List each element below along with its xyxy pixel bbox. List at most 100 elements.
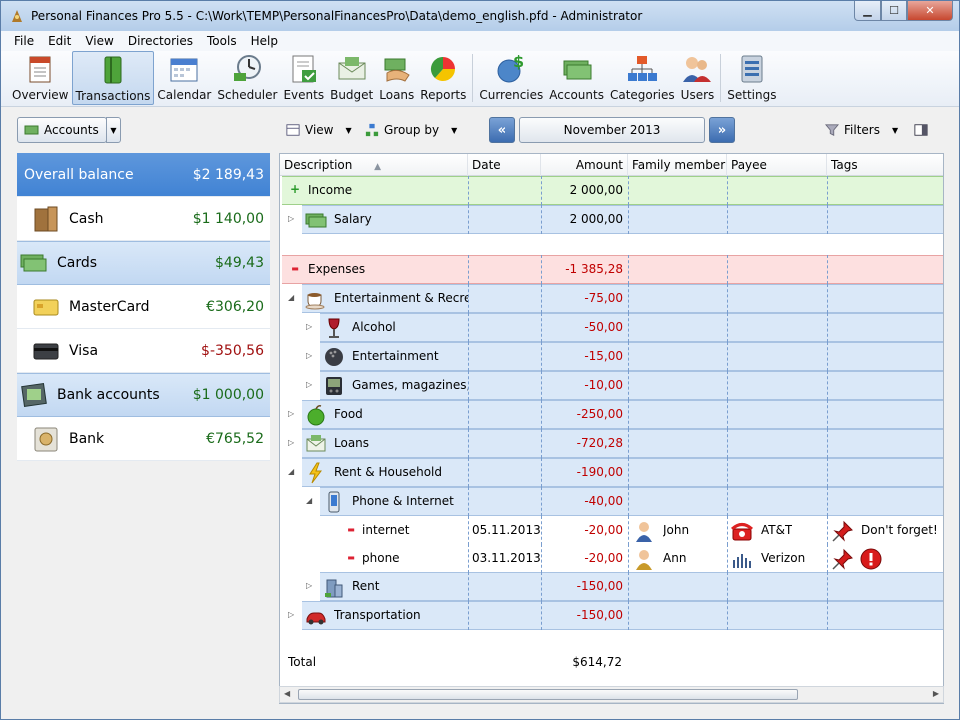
horizontal-scrollbar[interactable]: ◀ ▶: [279, 686, 944, 703]
column-header-tags[interactable]: Tags: [827, 154, 943, 176]
events-button[interactable]: Events: [280, 51, 327, 105]
expand-icon[interactable]: ▷: [288, 429, 294, 457]
panel-toggle-button[interactable]: [913, 121, 929, 139]
loans-button[interactable]: Loans: [376, 51, 417, 105]
settings-button[interactable]: Settings: [724, 51, 779, 105]
category-row[interactable]: ▷ Transportation -150,00: [280, 601, 943, 630]
sub-toolbar: Accounts ▼ View ▼ Group by ▼ Filters ▼: [1, 109, 959, 151]
row-amount: -50,00: [584, 320, 623, 334]
category-row[interactable]: ▷ Rent -150,00: [280, 572, 943, 601]
collapse-icon[interactable]: ◢: [288, 284, 294, 312]
transaction-row[interactable]: ▬ internet 05.11.2013 -20,00 John AT&T Don't f…: [280, 516, 943, 545]
expand-icon[interactable]: ▷: [306, 313, 312, 341]
account-cash[interactable]: Cash $1 140,00: [17, 197, 270, 241]
column-separator: [827, 284, 828, 313]
account-bank[interactable]: Bank €765,52: [17, 417, 270, 461]
view-menu-button[interactable]: View ▼: [285, 121, 352, 139]
accounts-toggle-label: Accounts: [44, 123, 99, 137]
column-separator: [468, 400, 469, 429]
safe-icon: [34, 427, 58, 451]
row-description: Rent: [352, 579, 380, 593]
expand-icon[interactable]: ▷: [288, 601, 294, 629]
categories-label: Categories: [609, 88, 675, 102]
close-button[interactable]: ✕: [907, 1, 953, 21]
budget-button[interactable]: Budget: [327, 51, 376, 105]
column-header-payee[interactable]: Payee: [727, 154, 827, 176]
collapse-icon[interactable]: ◢: [288, 458, 294, 486]
scrollbar-thumb[interactable]: [298, 689, 798, 700]
category-row[interactable]: ◢ Rent & Household -190,00: [280, 458, 943, 487]
column-header-date[interactable]: Date: [468, 154, 541, 176]
account-mastercard[interactable]: MasterCard €306,20: [17, 285, 270, 329]
column-header-amount[interactable]: Amount: [541, 154, 628, 176]
overview-button[interactable]: Overview: [9, 51, 72, 105]
filter-icon: [825, 124, 839, 136]
menu-view[interactable]: View: [78, 34, 120, 48]
menu-tools[interactable]: Tools: [200, 34, 244, 48]
menu-help[interactable]: Help: [244, 34, 285, 48]
accounts-dropdown-button[interactable]: ▼: [106, 117, 121, 143]
category-row[interactable]: ▷ Loans -720,28: [280, 429, 943, 458]
menu-edit[interactable]: Edit: [41, 34, 78, 48]
category-row[interactable]: ◢ Entertainment & Recre -75,00: [280, 284, 943, 313]
expand-icon[interactable]: ▷: [306, 572, 312, 600]
category-row[interactable]: ▷ Entertainment -15,00: [280, 342, 943, 371]
column-separator: [628, 516, 629, 545]
category-row[interactable]: ◢ Phone & Internet -40,00: [280, 487, 943, 516]
account-overall-balance[interactable]: Overall balance $2 189,43: [17, 153, 270, 197]
minimize-button[interactable]: ▁: [854, 1, 881, 21]
group-row[interactable]: + Income 2 000,00: [280, 176, 943, 205]
previous-month-button[interactable]: «: [489, 117, 515, 143]
expand-icon[interactable]: ▷: [306, 371, 312, 399]
account-group-bank-accounts[interactable]: Bank accounts $1 000,00: [17, 373, 270, 417]
reports-icon: [431, 56, 456, 82]
column-header-description[interactable]: Description ▲: [280, 154, 468, 176]
group-row[interactable]: ▬ Expenses -1 385,28: [280, 255, 943, 284]
transactions-grid: Description ▲ Date Amount Family member …: [279, 153, 944, 704]
accounts-toggle-button[interactable]: Accounts: [17, 117, 107, 143]
account-name: Cash: [69, 210, 104, 227]
currencies-button[interactable]: $ Currencies: [476, 51, 546, 105]
row-amount: -10,00: [584, 378, 623, 392]
account-name: Bank: [69, 430, 105, 447]
transaction-row[interactable]: ▬ phone 03.11.2013 -20,00 Ann Verizon: [280, 544, 943, 573]
expand-icon[interactable]: ▷: [306, 342, 312, 370]
current-month[interactable]: November 2013: [519, 117, 705, 143]
overview-icon: [29, 56, 51, 83]
account-visa[interactable]: Visa $-350,56: [17, 329, 270, 373]
loans-icon: [384, 58, 410, 82]
collapse-icon[interactable]: ◢: [306, 487, 312, 515]
reports-button[interactable]: Reports: [417, 51, 469, 105]
menu-directories[interactable]: Directories: [121, 34, 200, 48]
accounts-toolbar-button[interactable]: Accounts: [546, 51, 607, 105]
chevron-down-icon: ▼: [345, 125, 352, 135]
category-row[interactable]: ▷ Salary 2 000,00: [280, 205, 943, 234]
column-header-family-member[interactable]: Family member: [628, 154, 727, 176]
transactions-button[interactable]: Transactions: [71, 51, 155, 105]
accounts-small-icon: [24, 125, 39, 135]
column-separator: [727, 176, 728, 205]
group-by-button[interactable]: Group by ▼: [364, 121, 457, 139]
filters-button[interactable]: Filters ▼: [825, 121, 898, 139]
category-row[interactable]: ▷ Food -250,00: [280, 400, 943, 429]
row-amount: -250,00: [576, 407, 623, 421]
category-row[interactable]: ▷ Alcohol -50,00: [280, 313, 943, 342]
account-group-cards[interactable]: Cards $49,43: [17, 241, 270, 285]
users-button[interactable]: Users: [678, 51, 718, 105]
column-separator: [468, 572, 469, 601]
plus-icon: +: [290, 182, 301, 196]
reports-label: Reports: [420, 88, 467, 102]
category-row[interactable]: ▷ Games, magazines, -10,00: [280, 371, 943, 400]
signal-bars-icon: [733, 554, 751, 568]
calendar-button[interactable]: Calendar: [154, 51, 214, 105]
column-separator: [727, 458, 728, 487]
scheduler-button[interactable]: Scheduler: [214, 51, 280, 105]
expand-icon[interactable]: ▷: [288, 205, 294, 233]
next-month-button[interactable]: »: [709, 117, 735, 143]
maximize-button[interactable]: ☐: [881, 1, 907, 21]
column-separator: [628, 205, 629, 234]
expand-icon[interactable]: ▷: [288, 400, 294, 428]
menu-file[interactable]: File: [7, 34, 41, 48]
categories-button[interactable]: Categories: [607, 51, 678, 105]
title-bar: Personal Finances Pro 5.5 - C:\Work\TEMP…: [1, 1, 959, 31]
